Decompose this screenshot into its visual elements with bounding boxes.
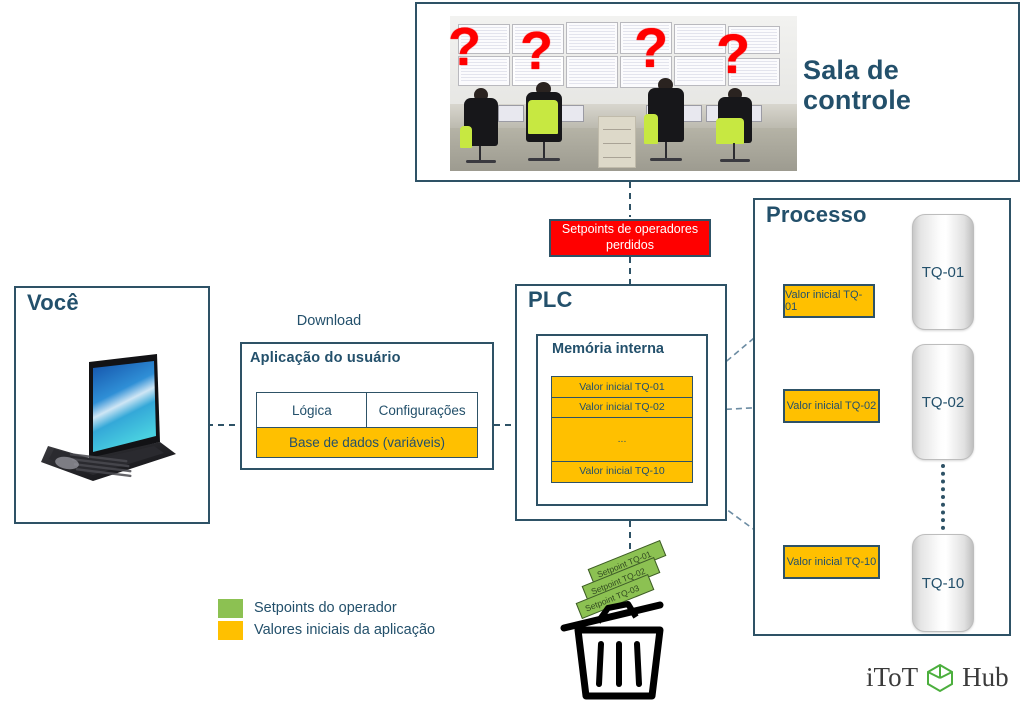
application-database-cell: Base de dados (variáveis) [256, 426, 478, 458]
tank-tq-02: TQ-02 [912, 344, 974, 460]
question-mark-icon: ? [448, 17, 481, 77]
question-mark-icon: ? [520, 21, 553, 81]
tank-tq-01: TQ-01 [912, 214, 974, 330]
memory-row: ... [551, 417, 693, 462]
voce-title: Você [27, 290, 79, 315]
processo-title: Processo [766, 202, 867, 227]
memory-row: Valor inicial TQ-10 [551, 460, 693, 483]
control-room-title: Sala de controle [803, 55, 912, 116]
memory-row: Valor inicial TQ-02 [551, 396, 693, 419]
tank-tq-10: TQ-10 [912, 534, 974, 632]
download-label: Download [296, 313, 362, 329]
value-box-tq-10: Valor inicial TQ-10 [783, 545, 880, 579]
question-mark-icon: ? [634, 16, 669, 79]
trash-can-icon [560, 601, 664, 700]
logo-text-right: Hub [962, 662, 1009, 692]
legend-label: Valores iniciais da aplicação [254, 622, 436, 638]
legend-swatch-orange [218, 620, 243, 640]
itot-hub-logo: iToT Hub [866, 662, 1009, 693]
memory-row: Valor inicial TQ-01 [551, 376, 693, 398]
cube-icon [927, 663, 954, 692]
question-mark-icon: ? [716, 22, 751, 85]
diagram-canvas: ? ? ? ? Sala de controle Setpoints de op… [0, 0, 1024, 709]
legend: Setpoints do operador Valores iniciais d… [218, 597, 435, 641]
legend-swatch-green [218, 598, 243, 618]
value-box-tq-02: Valor inicial TQ-02 [783, 389, 880, 423]
plc-title: PLC [528, 287, 573, 312]
legend-item-application-values: Valores iniciais da aplicação [218, 619, 435, 641]
application-logic-cell: Lógica [256, 392, 368, 428]
internal-memory-rows: Valor inicial TQ-01 Valor inicial TQ-02 … [551, 376, 693, 483]
logo-text-left: iToT [866, 662, 919, 692]
control-room-cabinet [598, 116, 636, 168]
legend-item-operator-setpoints: Setpoints do operador [218, 597, 435, 619]
lost-setpoints-alert: Setpoints de operadores perdidos [549, 219, 711, 257]
internal-memory-title: Memória interna [552, 341, 664, 357]
laptop-icon [41, 354, 176, 481]
trash-can-group: Setpoint TQ-01 Setpoint TQ-02 Setpoint T… [556, 540, 706, 700]
application-config-cell: Configurações [366, 392, 478, 428]
user-application-title: Aplicação do usuário [250, 350, 401, 366]
application-sections: Lógica Configurações [256, 392, 478, 428]
legend-label: Setpoints do operador [254, 600, 397, 616]
value-box-tq-01: Valor inicial TQ-01 [783, 284, 875, 318]
tank-series-dots [941, 464, 945, 530]
